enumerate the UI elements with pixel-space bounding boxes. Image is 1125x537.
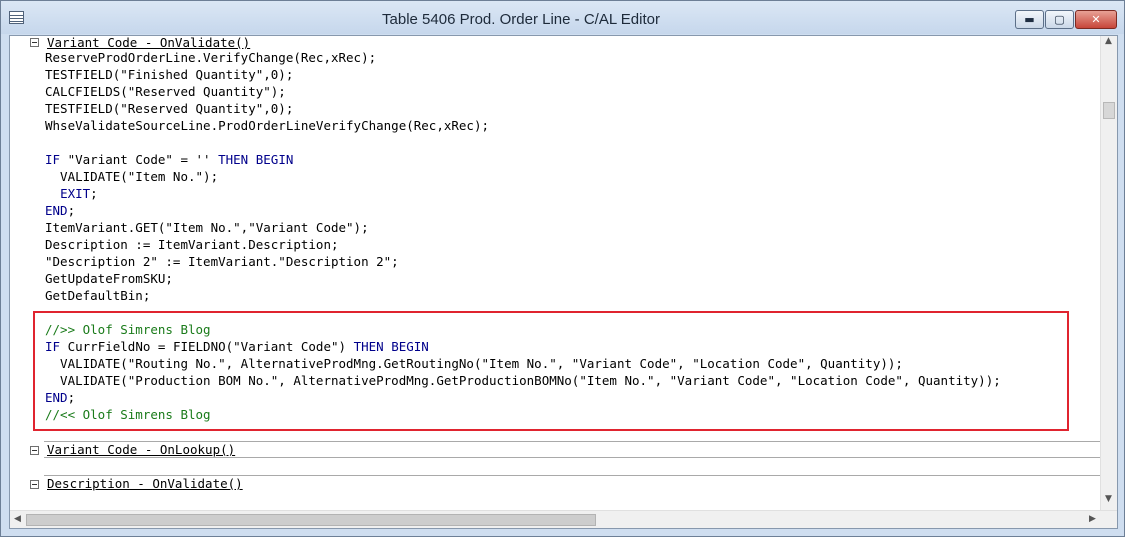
trigger-header-description-onvalidate: Description - OnValidate()	[47, 476, 243, 491]
cal-editor-window: Table 5406 Prod. Order Line - C/AL Edito…	[0, 0, 1125, 537]
collapse-onvalidate-icon[interactable]	[30, 38, 39, 47]
code-line[interactable]: ItemVariant.GET("Item No.","Variant Code…	[45, 219, 1001, 236]
minimize-button[interactable]: ▬	[1015, 10, 1044, 29]
code-line[interactable]: "Description 2" := ItemVariant."Descript…	[45, 253, 1001, 270]
code-line[interactable]: EXIT;	[45, 185, 1001, 202]
section-separator	[44, 457, 1100, 458]
maximize-button[interactable]: ▢	[1045, 10, 1074, 29]
window-title: Table 5406 Prod. Order Line - C/AL Edito…	[382, 11, 660, 28]
collapse-onlookup-icon[interactable]	[30, 446, 39, 455]
editor-gutter	[10, 36, 24, 510]
close-button[interactable]: ✕	[1075, 10, 1117, 29]
code-line[interactable]: VALIDATE("Item No.");	[45, 168, 1001, 185]
code-line[interactable]: Description := ItemVariant.Description;	[45, 236, 1001, 253]
title-bar[interactable]: Table 5406 Prod. Order Line - C/AL Edito…	[1, 1, 1124, 34]
code-line[interactable]: TESTFIELD("Finished Quantity",0);	[45, 66, 1001, 83]
scroll-down-icon[interactable]: ▼	[1101, 494, 1116, 504]
trigger-header-variant-code-onvalidate: Variant Code - OnValidate()	[47, 36, 251, 50]
code-line[interactable]: TESTFIELD("Reserved Quantity",0);	[45, 100, 1001, 117]
code-editor[interactable]: Variant Code - OnValidate() ReserveProdO…	[10, 36, 1100, 510]
code-line[interactable]: ReserveProdOrderLine.VerifyChange(Rec,xR…	[45, 49, 1001, 66]
vertical-scrollbar[interactable]: ▲ ▼	[1100, 36, 1117, 510]
code-line[interactable]: WhseValidateSourceLine.ProdOrderLineVeri…	[45, 117, 1001, 134]
horizontal-scroll-thumb[interactable]	[26, 514, 596, 526]
horizontal-scrollbar[interactable]: ◀ ▶	[10, 510, 1117, 528]
collapse-description-icon[interactable]	[30, 480, 39, 489]
scroll-right-icon[interactable]: ▶	[1085, 514, 1100, 524]
scroll-left-icon[interactable]: ◀	[10, 514, 25, 524]
code-line[interactable]	[45, 134, 1001, 151]
code-line[interactable]: GetDefaultBin;	[45, 287, 1001, 304]
editor-client-area: Variant Code - OnValidate() ReserveProdO…	[9, 35, 1118, 529]
code-line[interactable]: CALCFIELDS("Reserved Quantity");	[45, 83, 1001, 100]
trigger-header-variant-code-onlookup: Variant Code - OnLookup()	[47, 442, 236, 457]
code-line[interactable]: IF "Variant Code" = '' THEN BEGIN	[45, 151, 1001, 168]
code-line[interactable]: GetUpdateFromSKU;	[45, 270, 1001, 287]
code-line[interactable]: END;	[45, 202, 1001, 219]
vertical-scroll-thumb[interactable]	[1103, 102, 1115, 119]
scroll-up-icon[interactable]: ▲	[1101, 36, 1116, 46]
highlight-box	[33, 311, 1069, 431]
